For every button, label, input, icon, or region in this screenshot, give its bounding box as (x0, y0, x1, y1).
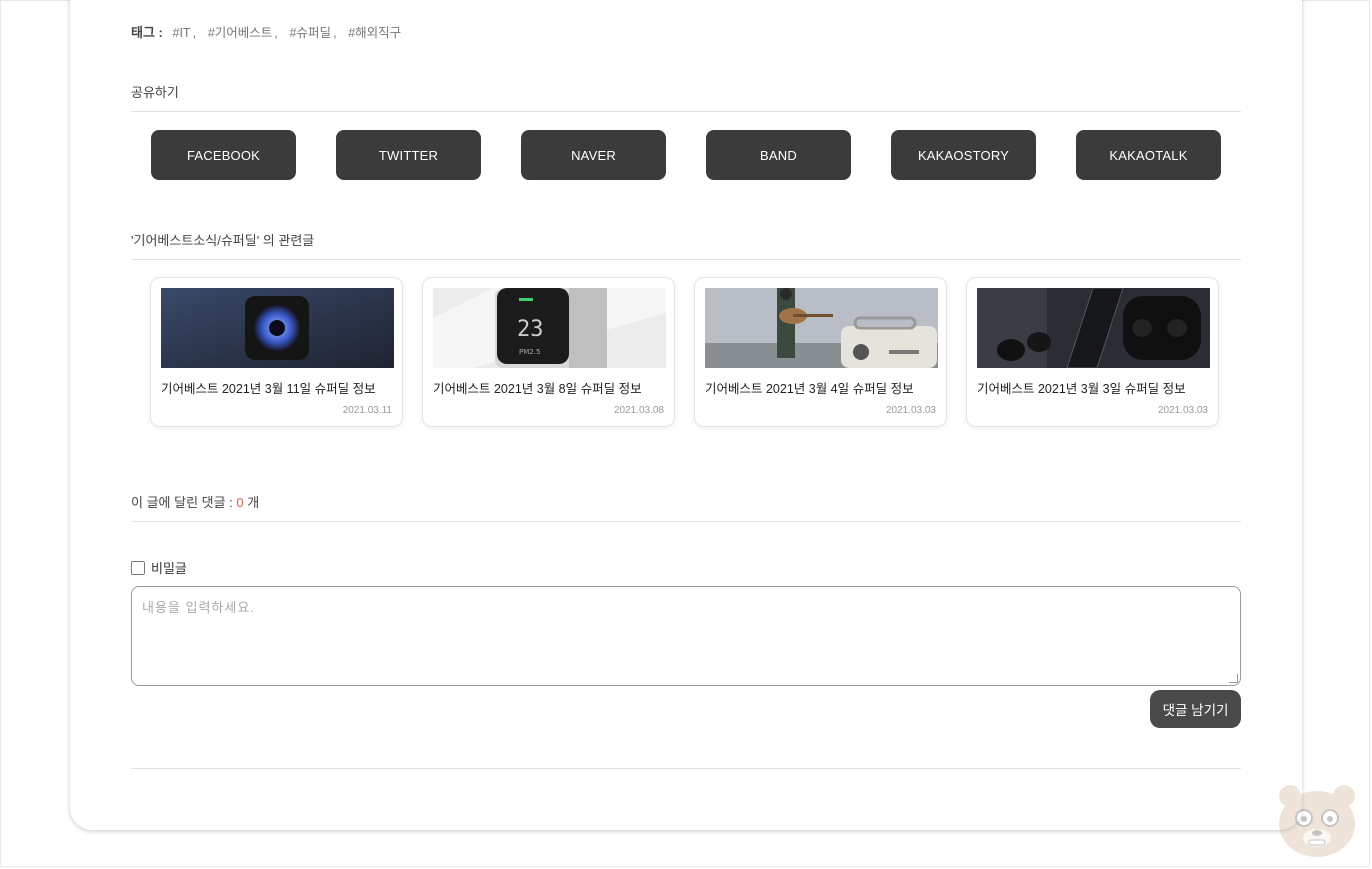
tag-link[interactable]: #슈퍼딜 (290, 26, 331, 40)
secret-option: 비밀글 (131, 558, 187, 577)
comment-section-title: 이 글에 달린 댓글 : 0 개 (131, 492, 1241, 522)
share-twitter-button[interactable]: TWITTER (336, 130, 481, 180)
tags-label: 태그 : (131, 25, 163, 40)
bear-mascot-icon (1276, 782, 1358, 858)
comment-count: 0 (236, 495, 244, 510)
related-section-title: '기어베스트소식/슈퍼딜' 의 관련글 (131, 230, 1241, 260)
tag-separator: , (332, 25, 337, 40)
submit-comment-button[interactable]: 댓글 남기기 (1150, 690, 1241, 728)
resize-handle-icon[interactable] (1229, 674, 1238, 683)
tag-link[interactable]: #IT (173, 26, 191, 40)
tag-list: 태그 : #IT, #기어베스트, #슈퍼딜, #해외직구 (131, 22, 1241, 41)
related-post-title: 기어베스트 2021년 3월 4일 슈퍼딜 정보 (705, 382, 914, 396)
comment-title-prefix: 이 글에 달린 댓글 : (131, 495, 237, 510)
guitar-speaker-thumbnail (705, 288, 938, 368)
tv-box-thumbnail (161, 288, 394, 368)
share-section-title: 공유하기 (131, 82, 1241, 112)
related-post-title: 기어베스트 2021년 3월 8일 슈퍼딜 정보 (433, 382, 642, 396)
tag-separator: , (192, 25, 197, 40)
secret-label: 비밀글 (151, 561, 187, 576)
share-naver-button[interactable]: NAVER (521, 130, 666, 180)
comment-textarea[interactable]: 내용을 입력하세요. (131, 586, 1241, 686)
tag-separator: , (274, 25, 278, 40)
svg-text:PM2.5: PM2.5 (519, 348, 540, 356)
related-post-card[interactable]: 23 PM2.5 기어베스트 2021년 3월 8일 슈퍼딜 정보 2021.0… (422, 277, 675, 427)
svg-text:23: 23 (517, 317, 544, 342)
related-post-title: 기어베스트 2021년 3월 3일 슈퍼딜 정보 (977, 382, 1186, 396)
share-facebook-button[interactable]: FACEBOOK (151, 130, 296, 180)
related-posts: 기어베스트 2021년 3월 11일 슈퍼딜 정보 2021.03.11 23 … (150, 277, 1219, 427)
related-post-date: 2021.03.03 (885, 405, 936, 416)
air-monitor-thumbnail: 23 PM2.5 (433, 288, 666, 368)
related-post-date: 2021.03.03 (1157, 405, 1208, 416)
share-buttons: FACEBOOK TWITTER NAVER BAND KAKAOSTORY K… (151, 130, 1221, 180)
share-kakaotalk-button[interactable]: KAKAOTALK (1076, 130, 1221, 180)
related-post-card[interactable]: 기어베스트 2021년 3월 3일 슈퍼딜 정보 2021.03.03 (966, 277, 1219, 427)
comment-placeholder: 내용을 입력하세요. (142, 600, 255, 615)
tag-link[interactable]: #해외직구 (348, 26, 401, 40)
earbuds-thumbnail (977, 288, 1210, 368)
related-post-date: 2021.03.11 (342, 405, 392, 416)
related-post-card[interactable]: 기어베스트 2021년 3월 4일 슈퍼딜 정보 2021.03.03 (694, 277, 947, 427)
secret-checkbox[interactable] (131, 560, 145, 575)
tag-link[interactable]: #기어베스트 (208, 26, 272, 40)
share-kakaostory-button[interactable]: KAKAOSTORY (891, 130, 1036, 180)
divider (131, 768, 1241, 769)
related-post-title: 기어베스트 2021년 3월 11일 슈퍼딜 정보 (161, 382, 376, 396)
related-post-date: 2021.03.08 (613, 405, 664, 416)
comment-title-suffix: 개 (243, 495, 260, 510)
related-post-card[interactable]: 기어베스트 2021년 3월 11일 슈퍼딜 정보 2021.03.11 (150, 277, 403, 427)
share-band-button[interactable]: BAND (706, 130, 851, 180)
